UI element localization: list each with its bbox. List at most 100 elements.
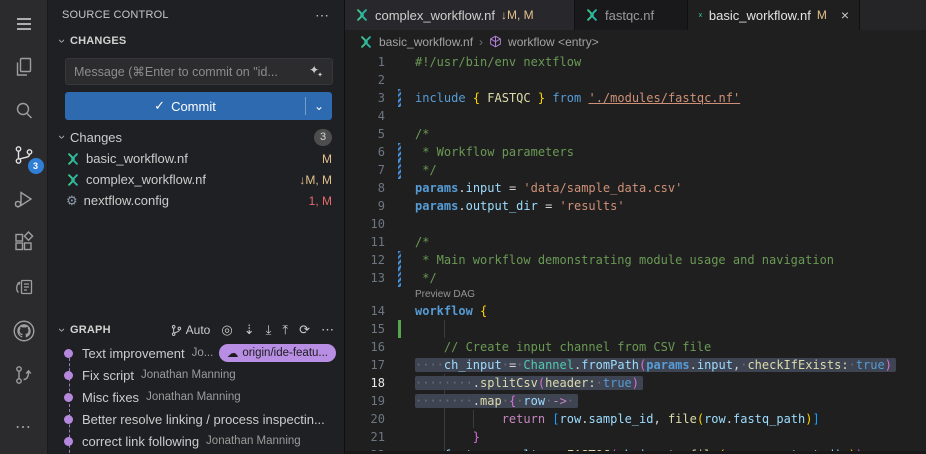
- tab-complex_workflow.nf[interactable]: complex_workflow.nf↓M, M: [345, 0, 575, 30]
- changed-files-list: basic_workflow.nfMcomplex_workflow.nf↓M,…: [48, 148, 344, 211]
- code-line: 3 include { FASTQC } from './modules/fast…: [345, 89, 926, 107]
- line-number: 6: [345, 143, 385, 161]
- line-gutter: 1: [345, 53, 415, 71]
- breadcrumb-file[interactable]: basic_workflow.nf: [379, 35, 473, 49]
- commit-author: Jonathan Manning: [146, 391, 241, 403]
- breadcrumb-separator: ›: [479, 35, 483, 49]
- line-gutter: 13: [345, 269, 415, 287]
- codelens-preview-dag[interactable]: Preview DAG: [345, 287, 926, 302]
- line-text: }: [415, 428, 480, 446]
- line-number: 8: [345, 179, 385, 197]
- search-icon[interactable]: [0, 89, 48, 133]
- changes-tree-header[interactable]: › Changes 3: [48, 126, 344, 148]
- line-number: 21: [345, 428, 385, 446]
- breadcrumb[interactable]: basic_workflow.nf › workflow <entry>: [345, 30, 926, 53]
- changes-section-header[interactable]: › CHANGES: [48, 30, 344, 52]
- graph-auto-selector[interactable]: Auto: [170, 323, 211, 337]
- code-editor[interactable]: 1#!/usr/bin/env nextflow23include { FAST…: [345, 53, 926, 454]
- gutter-modified-bar: [398, 143, 401, 161]
- breadcrumb-symbol[interactable]: workflow <entry>: [508, 35, 599, 49]
- line-gutter: 17: [345, 356, 415, 374]
- github-icon[interactable]: [0, 309, 48, 353]
- commit-dot-icon: [64, 437, 73, 446]
- tab-status-badge: ↓M, M: [501, 8, 534, 22]
- code-line: 2: [345, 71, 926, 89]
- sidebar-more-icon[interactable]: ⋯: [315, 7, 330, 24]
- graph-more-icon[interactable]: ⋯: [321, 323, 334, 337]
- activity-more-icon[interactable]: ⋯: [0, 405, 48, 449]
- fetch-icon[interactable]: ⇣: [244, 323, 255, 337]
- source-control-graph-icon[interactable]: [0, 353, 48, 397]
- code-line: 17····ch_input·=·Channel.fromPath(params…: [345, 356, 926, 374]
- line-gutter: 14: [345, 302, 415, 320]
- commit-dot-icon: [64, 371, 73, 380]
- chevron-down-icon: ›: [56, 324, 68, 336]
- code-line: 9params.output_dir = 'results': [345, 197, 926, 215]
- commit-row[interactable]: Text improvementJo...☁origin/ide-featu..…: [48, 342, 344, 364]
- line-number: 17: [345, 356, 385, 374]
- line-number: 13: [345, 269, 385, 287]
- refresh-icon[interactable]: ⟳: [299, 323, 310, 337]
- indent-guide: [444, 320, 445, 338]
- nextflow-icon: [66, 152, 80, 166]
- line-number: 9: [345, 197, 385, 215]
- commit-row[interactable]: correct link following Jonathan Manning: [48, 430, 344, 452]
- commit-author: Jonathan Manning: [206, 435, 301, 447]
- nextflow-icon: [585, 8, 599, 22]
- line-gutter: 5: [345, 125, 415, 143]
- commit-row[interactable]: Fix scriptJonathan Manning: [48, 364, 344, 386]
- hamburger-menu-icon[interactable]: [0, 9, 48, 39]
- commit-row[interactable]: Misc fixesJonathan Manning: [48, 386, 344, 408]
- line-gutter: 7: [345, 161, 415, 179]
- editor-group: complex_workflow.nf↓M, M fastqc.nf basic_w…: [345, 0, 926, 454]
- code-line: 4: [345, 107, 926, 125]
- commit-author: Jo...: [192, 347, 214, 359]
- explorer-icon[interactable]: [0, 45, 48, 89]
- tab-basic_workflow.nf[interactable]: basic_workflow.nfM×: [688, 0, 860, 30]
- push-icon[interactable]: ⤒: [282, 323, 288, 337]
- commit-message-input[interactable]: [65, 58, 333, 85]
- line-number: 7: [345, 161, 385, 179]
- tab-fastqc.nf[interactable]: fastqc.nf: [575, 0, 688, 30]
- commit-message: correct link following: [82, 434, 199, 449]
- source-control-sidebar: SOURCE CONTROL ⋯ › CHANGES ✦✦ ✓ Commit ⌄…: [48, 0, 345, 454]
- line-gutter: 18: [345, 374, 415, 392]
- code-line: 11/*: [345, 233, 926, 251]
- graph-section-header[interactable]: › GRAPH Auto ◎ ⇣ ⤓ ⤒ ⟳ ⋯: [48, 318, 344, 342]
- cloud-icon: ☁: [227, 346, 239, 360]
- gutter-modified-bar: [398, 269, 401, 287]
- tab-label: fastqc.nf: [605, 8, 654, 23]
- line-text: return [row.sample_id, file(row.fastq_pa…: [415, 410, 820, 428]
- commit-graph-list: Text improvementJo...☁origin/ide-featu..…: [48, 342, 344, 454]
- line-gutter: 16: [345, 338, 415, 356]
- changed-file-row[interactable]: complex_workflow.nf↓M, M: [48, 169, 344, 190]
- commit-dropdown-icon[interactable]: ⌄: [306, 99, 332, 113]
- line-number: 10: [345, 215, 385, 233]
- code-line: 13 */: [345, 269, 926, 287]
- commit-row[interactable]: Better resolve linking / process inspect…: [48, 408, 344, 430]
- run-debug-icon[interactable]: [0, 177, 48, 221]
- sparkle-icon[interactable]: ✦✦: [309, 63, 325, 77]
- branch-badge[interactable]: ☁origin/ide-featu...: [219, 344, 336, 362]
- line-text: include { FASTQC } from './modules/fastq…: [415, 89, 740, 107]
- preview-icon[interactable]: [0, 265, 48, 309]
- line-gutter: 19: [345, 392, 415, 410]
- line-text: */: [415, 269, 437, 287]
- graph-actions: Auto ◎ ⇣ ⤓ ⤒ ⟳ ⋯: [170, 323, 334, 337]
- pull-icon[interactable]: ⤓: [266, 323, 272, 337]
- tab-close-icon[interactable]: ×: [841, 7, 849, 23]
- code-line: 15: [345, 320, 926, 338]
- extensions-icon[interactable]: [0, 221, 48, 265]
- source-control-icon[interactable]: 3: [0, 133, 48, 177]
- commit-message: Better resolve linking / process inspect…: [82, 412, 325, 427]
- changed-file-row[interactable]: ⚙nextflow.config1, M: [48, 190, 344, 211]
- symbol-module-icon: [489, 35, 502, 48]
- changes-count-badge: 3: [314, 129, 332, 146]
- changed-file-row[interactable]: basic_workflow.nfM: [48, 148, 344, 169]
- code-line: 22 fastqc_results = FASTQC(ch_input, fil…: [345, 446, 926, 451]
- line-number: 3: [345, 89, 385, 107]
- code-line: 7 */: [345, 161, 926, 179]
- commit-button[interactable]: ✓ Commit ⌄: [65, 92, 332, 120]
- file-status-badge: ↓M, M: [299, 173, 332, 187]
- target-icon[interactable]: ◎: [221, 323, 232, 337]
